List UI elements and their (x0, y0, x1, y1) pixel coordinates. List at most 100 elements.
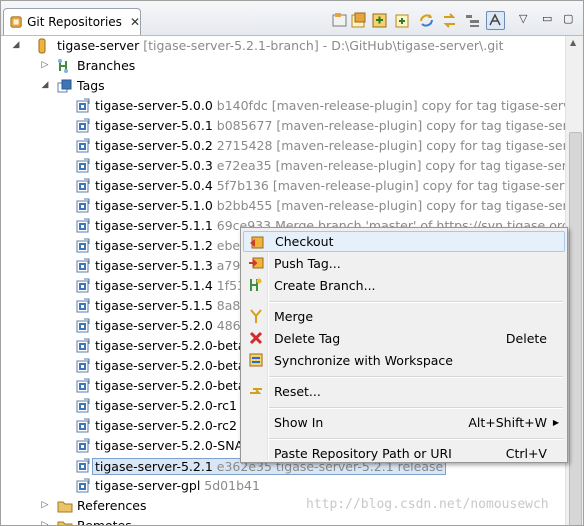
close-icon[interactable]: ✕ (130, 15, 140, 29)
tree-item-tag[interactable]: tigase-server-5.0.2 2715428 [maven-relea… (1, 136, 565, 156)
tag-icon (75, 218, 91, 234)
checkout-icon (249, 234, 265, 250)
tree-item-label: tigase-server-5.2.0 48635 (95, 318, 257, 333)
synchronize-icon (248, 352, 264, 368)
tag-detail: b140fdc [maven-release-plugin] copy for … (216, 98, 565, 113)
tag-name: tigase-server-5.2.0 (95, 318, 213, 333)
reset-icon (248, 383, 264, 399)
tree-item-label: tigase-server-gpl 5d01b41 (95, 478, 260, 493)
collapse-all-icon[interactable] (464, 12, 481, 29)
tree-item-label: tigase-server-5.2.0-SNAP (95, 438, 251, 453)
tag-name: tigase-server-5.2.1 (95, 459, 213, 474)
tree-item-label: tigase-server-5.0.4 5f7b136 [maven-relea… (95, 178, 565, 193)
menu-item-label: Merge (274, 309, 314, 324)
menu-item-create-branch[interactable]: Create Branch... (243, 275, 565, 296)
clone-repository-icon[interactable] (350, 12, 367, 29)
tab-label: Git Repositories (27, 15, 122, 29)
tree-item-branches[interactable]: ▷ Branches (1, 56, 565, 76)
expanded-twisty-icon[interactable]: ◢ (40, 80, 50, 90)
tag-name: tigase-server-5.2.0-rc1 (95, 398, 237, 413)
tree-item-label: tigase-server-5.0.0 b140fdc [maven-relea… (95, 98, 565, 113)
tree-item-label: tigase-server-5.2.0-rc2 9( (95, 418, 254, 433)
tree-item-tag[interactable]: tigase-server-gpl 5d01b41 (1, 476, 565, 496)
scroll-up-icon[interactable]: ▲ (570, 38, 576, 47)
tag-icon (75, 98, 91, 114)
tag-name: tigase-server-5.1.3 (95, 258, 213, 273)
tree-item-label: tigase-server-5.2.0-beta2 (95, 358, 253, 373)
tag-name: tigase-server-5.1.1 (95, 218, 213, 233)
tree-item-tags[interactable]: ◢ Tags (1, 76, 565, 96)
tag-icon (75, 398, 91, 414)
view-menu-icon[interactable]: ▽ (519, 12, 527, 25)
tag-icon (75, 278, 91, 294)
menu-item-reset[interactable]: Reset... (243, 381, 565, 402)
menu-item-push-tag[interactable]: Push Tag... (243, 253, 565, 274)
menu-item-label: Push Tag... (274, 256, 341, 271)
tag-icon (75, 338, 91, 354)
tag-detail: 2715428 [maven-release-plugin] copy for … (216, 138, 565, 153)
menu-item-checkout[interactable]: Checkout (243, 231, 565, 252)
menu-item-label: Synchronize with Workspace (274, 353, 453, 368)
menu-item-delete-tag[interactable]: Delete Tag Delete (243, 328, 565, 349)
tree-item-label: tigase-server-5.1.2 ebeb0 (95, 238, 256, 253)
tag-icon (75, 138, 91, 154)
tag-icon (75, 118, 91, 134)
git-repositories-view: Git Repositories ✕ ▽ ▭ ▢ ◢ tigase-server… (0, 0, 584, 526)
tree-item-label: tigase-server-5.2.0-beta1 (95, 338, 253, 353)
branches-label: Branches (77, 58, 136, 73)
collapsed-twisty-icon[interactable]: ▷ (40, 60, 50, 70)
menu-item-synchronize-with-workspace[interactable]: Synchronize with Workspace (243, 350, 565, 371)
tree-item-label: tigase-server [tigase-server-5.2.1-branc… (57, 38, 504, 53)
push-icon (248, 255, 264, 271)
tree-item-tag[interactable]: tigase-server-5.0.1 b085677 [maven-relea… (1, 116, 565, 136)
menu-item-label: Delete Tag (274, 331, 341, 346)
add-existing-icon[interactable] (394, 12, 411, 29)
tree-item-label: tigase-server-5.1.4 1f534 (95, 278, 253, 293)
tree-item-label: tigase-server-5.0.1 b085677 [maven-relea… (95, 118, 565, 133)
tree-item-repository[interactable]: ◢ tigase-server [tigase-server-5.2.1-bran… (1, 36, 565, 56)
tag-name: tigase-server-5.1.5 (95, 298, 213, 313)
tag-name: tigase-server-5.2.0-beta1 (95, 338, 254, 353)
minimize-icon[interactable]: ▭ (542, 12, 552, 25)
tag-name: tigase-server-5.2.0-SNAP (95, 438, 251, 453)
create-repository-icon[interactable] (371, 12, 388, 29)
tree-item-remotes[interactable]: ▷ Remotes (1, 516, 565, 526)
tree-item-label: Tags (77, 78, 105, 93)
scrollbar-thumb[interactable] (569, 132, 582, 525)
tag-name: tigase-server-gpl (95, 478, 201, 493)
menu-item-paste-repository-path-or-uri[interactable]: Paste Repository Path or URI Ctrl+V (243, 443, 565, 464)
menu-item-label: Paste Repository Path or URI (274, 446, 452, 461)
tree-item-tag[interactable]: tigase-server-5.0.0 b140fdc [maven-relea… (1, 96, 565, 116)
tag-name: tigase-server-5.1.4 (95, 278, 213, 293)
create-branch-icon (248, 277, 264, 293)
tag-icon (75, 178, 91, 194)
submenu-arrow-icon: ▶ (552, 418, 559, 427)
menu-item-show-in[interactable]: Show In Alt+Shift+W ▶ (243, 412, 565, 433)
tab-git-repositories[interactable]: Git Repositories ✕ (3, 8, 141, 35)
collapsed-twisty-icon[interactable]: ▷ (40, 520, 50, 525)
add-repository-icon[interactable] (331, 12, 348, 29)
menu-item-label: Create Branch... (274, 278, 376, 293)
view-title-bar: Git Repositories ✕ ▽ ▭ ▢ (1, 1, 583, 36)
context-menu: Checkout Push Tag... Create Branch... Merge… (240, 227, 568, 463)
maximize-icon[interactable]: ▢ (563, 12, 573, 25)
tree-item-label: Remotes (77, 518, 132, 526)
toggle-flat-layout-icon[interactable] (486, 11, 505, 30)
tree-item-label: tigase-server-5.2.0-beta3 (95, 378, 253, 393)
link-with-selection-icon[interactable] (441, 12, 458, 29)
expanded-twisty-icon[interactable]: ◢ (11, 40, 21, 50)
repository-name: tigase-server (57, 38, 140, 53)
tag-name: tigase-server-5.0.4 (95, 178, 213, 193)
remotes-label: Remotes (77, 518, 132, 526)
tag-icon (75, 158, 91, 174)
tree-item-tag[interactable]: tigase-server-5.0.4 5f7b136 [maven-relea… (1, 176, 565, 196)
refresh-icon[interactable] (418, 12, 435, 29)
repository-icon (34, 38, 50, 54)
menu-item-merge[interactable]: Merge (243, 306, 565, 327)
menu-item-label: Reset... (274, 384, 321, 399)
tree-item-label: tigase-server-5.0.3 e72ea35 [maven-relea… (95, 158, 565, 173)
tag-name: tigase-server-5.1.0 (95, 198, 213, 213)
collapsed-twisty-icon[interactable]: ▷ (40, 500, 50, 510)
tree-item-tag[interactable]: tigase-server-5.0.3 e72ea35 [maven-relea… (1, 156, 565, 176)
tree-item-tag[interactable]: tigase-server-5.1.0 b2bb455 [maven-relea… (1, 196, 565, 216)
